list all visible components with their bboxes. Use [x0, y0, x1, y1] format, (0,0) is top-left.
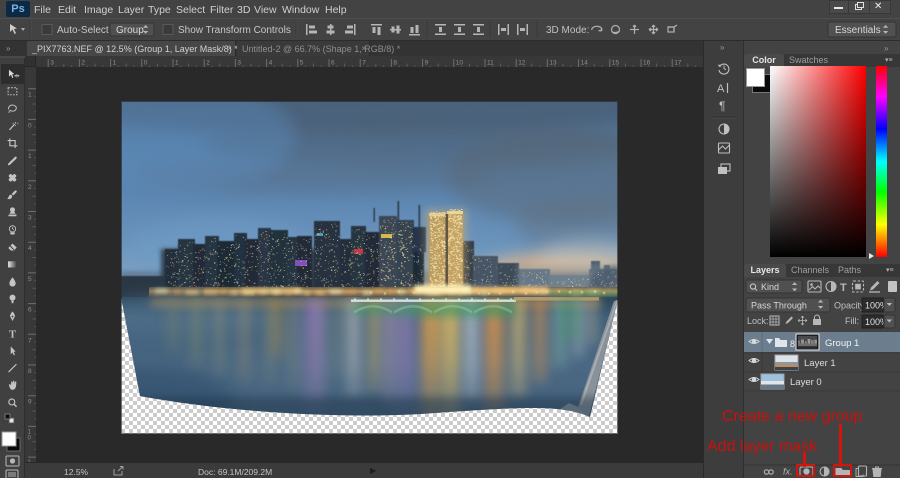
svg-text:8: 8	[28, 368, 32, 375]
svg-text:T: T	[9, 329, 16, 340]
svg-text:Group: Group	[116, 25, 144, 36]
svg-text:2: 2	[28, 184, 32, 191]
svg-text:11: 11	[487, 60, 494, 67]
svg-text:7: 7	[362, 60, 366, 67]
svg-text:T: T	[840, 282, 847, 294]
svg-text:8: 8	[393, 60, 397, 67]
svg-text:1: 1	[28, 153, 32, 160]
svg-text:13: 13	[549, 60, 557, 67]
svg-text:0: 0	[144, 60, 148, 67]
svg-text:Pass Through: Pass Through	[751, 301, 807, 311]
svg-text:15: 15	[612, 60, 620, 67]
svg-text:4: 4	[269, 60, 273, 67]
svg-text:16: 16	[643, 60, 651, 67]
svg-text:7: 7	[28, 337, 32, 344]
svg-text:Show Transform Controls: Show Transform Controls	[178, 25, 291, 36]
svg-text:3: 3	[50, 60, 54, 67]
svg-text:fx.: fx.	[783, 467, 793, 477]
svg-text:¶: ¶	[719, 99, 725, 113]
svg-text:1: 1	[175, 60, 179, 67]
svg-text:5: 5	[300, 60, 304, 67]
svg-text:Auto-Select:: Auto-Select:	[57, 25, 111, 36]
svg-text:14: 14	[581, 60, 589, 67]
svg-text:6: 6	[331, 60, 335, 67]
svg-text:Layer 1: Layer 1	[804, 358, 836, 369]
svg-text:12: 12	[518, 60, 526, 67]
svg-text:3: 3	[237, 60, 241, 67]
svg-text:Essentials: Essentials	[835, 25, 881, 36]
svg-text:17: 17	[674, 60, 682, 67]
svg-text:6: 6	[28, 307, 32, 314]
svg-text:A: A	[717, 83, 725, 95]
svg-text:9: 9	[28, 399, 32, 406]
svg-text:8: 8	[790, 339, 795, 349]
svg-text:Layer 0: Layer 0	[790, 377, 822, 388]
svg-text:10: 10	[456, 60, 464, 67]
svg-text:5: 5	[28, 276, 32, 283]
svg-text:0: 0	[28, 122, 32, 129]
svg-text:3: 3	[28, 215, 32, 222]
svg-text:2: 2	[81, 60, 85, 67]
svg-text:Lock:: Lock:	[747, 316, 769, 326]
svg-text:3D Mode:: 3D Mode:	[546, 25, 589, 36]
svg-text:1: 1	[28, 92, 32, 99]
svg-text:Fill:: Fill:	[845, 316, 859, 326]
svg-text:4: 4	[28, 245, 32, 252]
svg-text:2: 2	[206, 60, 210, 67]
svg-text:Group 1: Group 1	[825, 338, 859, 349]
svg-text:Kind: Kind	[761, 282, 779, 292]
svg-text:»: »	[720, 43, 725, 52]
svg-text:1: 1	[113, 60, 117, 67]
svg-text:9: 9	[425, 60, 429, 67]
